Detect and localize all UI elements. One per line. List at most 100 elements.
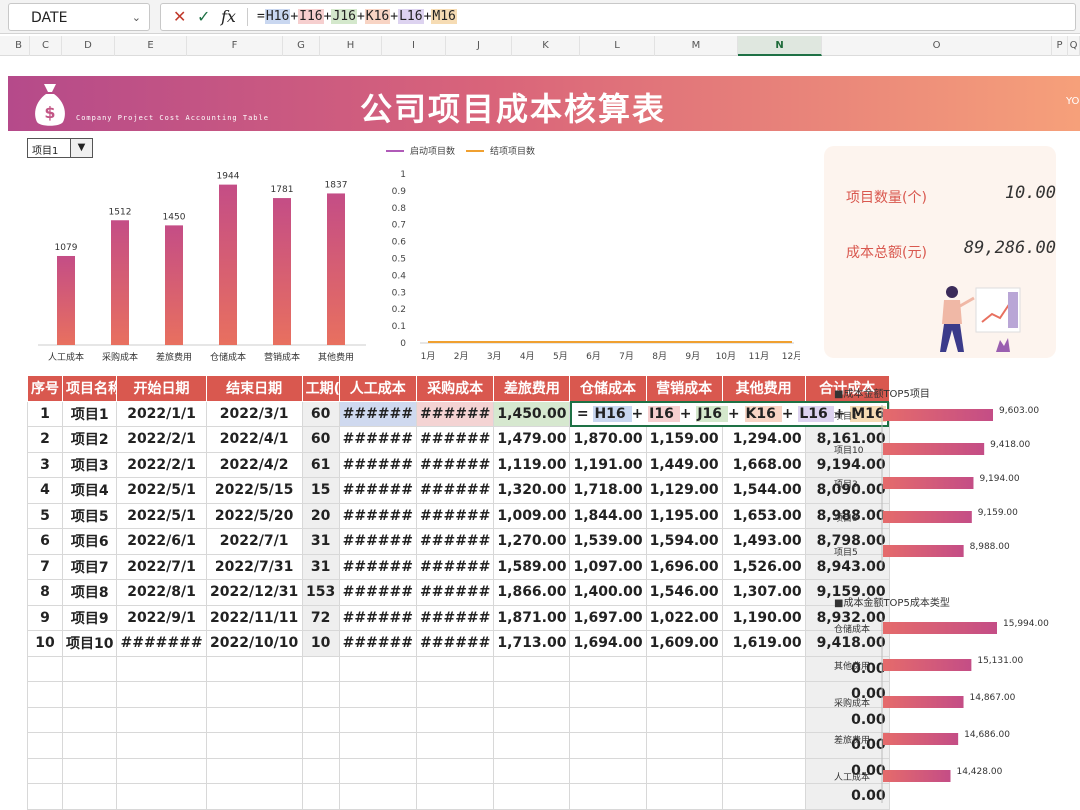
table-cell[interactable]	[338, 732, 418, 759]
table-cell[interactable]	[493, 732, 571, 759]
table-cell[interactable]: 20	[301, 502, 340, 529]
table-cell[interactable]: ######	[338, 604, 418, 631]
dropdown-arrow-icon[interactable]: ▼	[70, 139, 92, 157]
table-cell[interactable]	[493, 757, 571, 784]
table-cell[interactable]: ######	[338, 553, 418, 580]
table-cell[interactable]: 153	[301, 579, 340, 606]
table-cell[interactable]: ######	[415, 604, 495, 631]
table-cell[interactable]: 1,526.00	[721, 553, 806, 580]
table-cell[interactable]: ######	[338, 451, 418, 478]
fx-icon[interactable]: fx	[221, 7, 236, 26]
table-cell[interactable]: 1,493.00	[721, 528, 806, 555]
table-cell[interactable]	[27, 681, 63, 708]
table-cell[interactable]	[569, 757, 647, 784]
table-cell[interactable]: 1,713.00	[493, 630, 571, 657]
table-cell[interactable]: ######	[338, 477, 418, 504]
table-cell[interactable]	[116, 732, 207, 759]
column-header[interactable]: 差旅费用	[493, 375, 571, 402]
table-cell[interactable]	[721, 681, 806, 708]
table-cell[interactable]: 1,696.00	[645, 553, 723, 580]
table-cell[interactable]: 项目8	[61, 579, 118, 606]
column-header-k[interactable]: K	[512, 36, 580, 56]
table-cell[interactable]: ######	[415, 502, 495, 529]
column-header-e[interactable]: E	[115, 36, 187, 56]
column-header[interactable]: 项目名称	[61, 375, 118, 402]
table-cell[interactable]: ######	[338, 426, 418, 453]
table-cell[interactable]	[569, 706, 647, 733]
table-cell[interactable]	[645, 706, 723, 733]
table-cell[interactable]: 1,844.00	[569, 502, 647, 529]
table-cell[interactable]: ######	[338, 400, 418, 427]
table-cell[interactable]	[61, 655, 118, 682]
table-cell[interactable]	[338, 783, 418, 810]
table-cell[interactable]	[116, 706, 207, 733]
table-cell[interactable]	[493, 681, 571, 708]
column-header-i[interactable]: I	[382, 36, 446, 56]
table-cell[interactable]	[569, 732, 647, 759]
table-cell[interactable]: 2022/4/2	[205, 451, 303, 478]
table-cell[interactable]: 1,320.00	[493, 477, 571, 504]
table-cell[interactable]	[493, 655, 571, 682]
table-cell[interactable]	[116, 655, 207, 682]
table-cell[interactable]	[415, 706, 495, 733]
table-cell[interactable]	[205, 681, 303, 708]
table-cell[interactable]: 1,668.00	[721, 451, 806, 478]
table-cell[interactable]	[205, 783, 303, 810]
table-cell[interactable]: 项目9	[61, 604, 118, 631]
table-cell[interactable]: 1,546.00	[645, 579, 723, 606]
table-cell[interactable]: 项目7	[61, 553, 118, 580]
table-cell[interactable]: 1,544.00	[721, 477, 806, 504]
column-header-m[interactable]: M	[655, 36, 738, 56]
table-cell[interactable]	[338, 757, 418, 784]
table-cell[interactable]: 60	[301, 426, 340, 453]
table-cell[interactable]: 1,694.00	[569, 630, 647, 657]
table-cell[interactable]	[27, 655, 63, 682]
formula-input-wrap[interactable]: ✕ ✓ fx =H16+I16+J16+K16+L16+M16	[160, 3, 1076, 31]
table-cell[interactable]	[301, 732, 340, 759]
table-cell[interactable]: 6	[27, 528, 63, 555]
table-cell[interactable]: ######	[415, 630, 495, 657]
column-header-g[interactable]: G	[283, 36, 320, 56]
column-header[interactable]: 开始日期	[116, 375, 207, 402]
formula-text[interactable]: =H16+I16+J16+K16+L16+M16	[257, 9, 457, 24]
table-cell[interactable]: 2022/8/1	[116, 579, 207, 606]
table-cell[interactable]	[338, 655, 418, 682]
column-header[interactable]: 其他费用	[721, 375, 806, 402]
table-cell[interactable]: 72	[301, 604, 340, 631]
column-header-f[interactable]: F	[187, 36, 283, 56]
table-cell[interactable]: ######	[415, 426, 495, 453]
table-cell[interactable]: 15	[301, 477, 340, 504]
table-cell[interactable]	[415, 732, 495, 759]
table-cell[interactable]: 2022/1/1	[116, 400, 207, 427]
table-cell[interactable]	[415, 655, 495, 682]
column-header-o[interactable]: O	[822, 36, 1052, 56]
table-cell[interactable]	[61, 783, 118, 810]
table-cell[interactable]: 7	[27, 553, 63, 580]
column-header-n[interactable]: N	[738, 36, 822, 56]
table-cell[interactable]: #######	[116, 630, 207, 657]
table-cell[interactable]: 1,697.00	[569, 604, 647, 631]
table-cell[interactable]: 1,307.00	[721, 579, 806, 606]
table-cell[interactable]	[27, 732, 63, 759]
table-cell[interactable]: 1,589.00	[493, 553, 571, 580]
table-cell[interactable]	[721, 783, 806, 810]
table-cell[interactable]: 2022/6/1	[116, 528, 207, 555]
table-cell[interactable]: ######	[338, 528, 418, 555]
table-cell[interactable]: 10	[301, 630, 340, 657]
table-cell[interactable]: 1,270.00	[493, 528, 571, 555]
table-cell[interactable]: ######	[415, 451, 495, 478]
table-cell[interactable]: 2022/7/31	[205, 553, 303, 580]
table-cell[interactable]	[721, 655, 806, 682]
table-cell[interactable]	[301, 757, 340, 784]
table-cell[interactable]: 1,159.00	[645, 426, 723, 453]
table-cell[interactable]	[415, 757, 495, 784]
table-cell[interactable]	[116, 757, 207, 784]
table-cell[interactable]: 1,653.00	[721, 502, 806, 529]
table-cell[interactable]	[493, 783, 571, 810]
table-cell[interactable]: 2022/11/11	[205, 604, 303, 631]
table-cell[interactable]: 4	[27, 477, 63, 504]
table-cell[interactable]	[61, 681, 118, 708]
table-cell[interactable]	[301, 681, 340, 708]
table-cell[interactable]	[116, 681, 207, 708]
table-cell[interactable]: 5	[27, 502, 63, 529]
